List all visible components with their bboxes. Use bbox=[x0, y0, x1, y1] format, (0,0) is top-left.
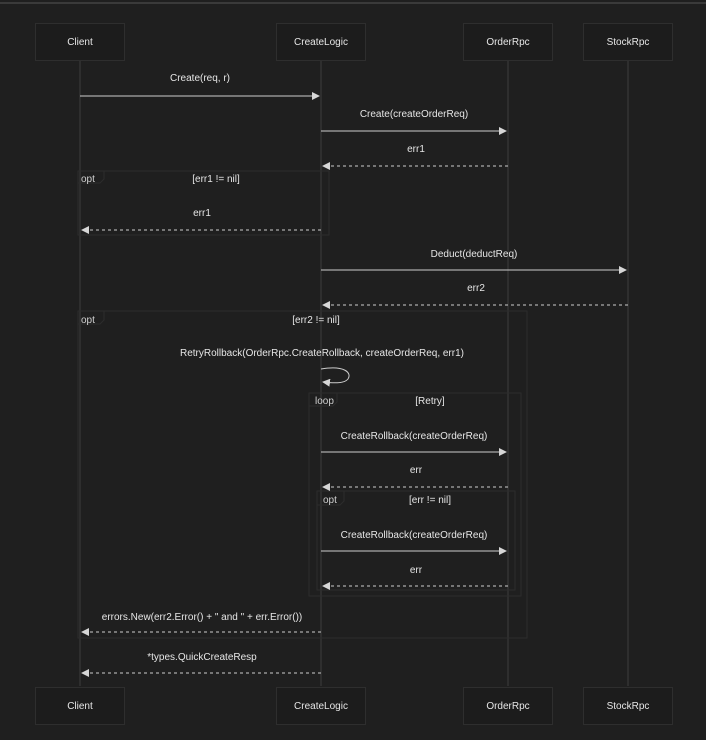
fragment-opt-err2: opt [err2 != nil] bbox=[77, 310, 528, 639]
message-label: CreateRollback(createOrderReq) bbox=[341, 431, 488, 442]
fragment-keyword: opt bbox=[81, 315, 95, 326]
fragment-condition: [err != nil] bbox=[409, 495, 451, 506]
sequence-diagram: opt [err1 != nil] opt [err2 != nil] loop… bbox=[77, 60, 629, 686]
fragment-condition: [err2 != nil] bbox=[292, 315, 340, 326]
participant-orderrpc-bottom: OrderRpc bbox=[463, 687, 553, 725]
fragment-keyword: opt bbox=[81, 174, 95, 185]
participant-stockrpc-bottom: StockRpc bbox=[583, 687, 673, 725]
fragment-opt-err1: opt [err1 != nil] bbox=[77, 170, 330, 236]
message-label: err2 bbox=[467, 283, 485, 294]
message-err-return-2: err bbox=[322, 565, 508, 590]
fragment-condition: [Retry] bbox=[415, 396, 445, 407]
message-deduct: Deduct(deductReq) bbox=[321, 249, 627, 274]
message-label: errors.New(err2.Error() + " and " + err.… bbox=[102, 612, 302, 623]
message-errors-new: errors.New(err2.Error() + " and " + err.… bbox=[81, 612, 321, 636]
message-label: CreateRollback(createOrderReq) bbox=[341, 530, 488, 541]
message-label: err bbox=[410, 565, 423, 576]
message-label: Create(createOrderReq) bbox=[360, 109, 468, 120]
message-retry-rollback: RetryRollback(OrderRpc.CreateRollback, c… bbox=[180, 348, 464, 387]
message-create-req: Create(req, r) bbox=[80, 73, 320, 100]
fragment-keyword: loop bbox=[315, 396, 334, 407]
message-label: Create(req, r) bbox=[170, 73, 230, 84]
message-label: RetryRollback(OrderRpc.CreateRollback, c… bbox=[180, 348, 464, 359]
message-quick-create-resp: *types.QuickCreateResp bbox=[81, 652, 321, 677]
message-err2-return: err2 bbox=[322, 283, 628, 309]
participant-orderrpc-top: OrderRpc bbox=[463, 23, 553, 61]
message-err1-return: err1 bbox=[322, 144, 508, 170]
participant-createlogic-bottom: CreateLogic bbox=[276, 687, 366, 725]
fragment-condition: [err1 != nil] bbox=[192, 174, 240, 185]
message-label: Deduct(deductReq) bbox=[431, 249, 518, 260]
message-create-rollback-1: CreateRollback(createOrderReq) bbox=[321, 431, 507, 456]
fragment-keyword: opt bbox=[323, 495, 337, 506]
message-err-return-1: err bbox=[322, 465, 508, 491]
message-create-order: Create(createOrderReq) bbox=[321, 109, 507, 135]
message-label: err bbox=[410, 465, 423, 476]
message-err1-to-client: err1 bbox=[81, 208, 321, 234]
message-label: err1 bbox=[407, 144, 425, 155]
participant-client-bottom: Client bbox=[35, 687, 125, 725]
participant-client-top: Client bbox=[35, 23, 125, 61]
participant-createlogic-top: CreateLogic bbox=[276, 23, 366, 61]
message-label: *types.QuickCreateResp bbox=[147, 652, 257, 663]
message-label: err1 bbox=[193, 208, 211, 219]
message-create-rollback-2: CreateRollback(createOrderReq) bbox=[321, 530, 507, 555]
participant-stockrpc-top: StockRpc bbox=[583, 23, 673, 61]
